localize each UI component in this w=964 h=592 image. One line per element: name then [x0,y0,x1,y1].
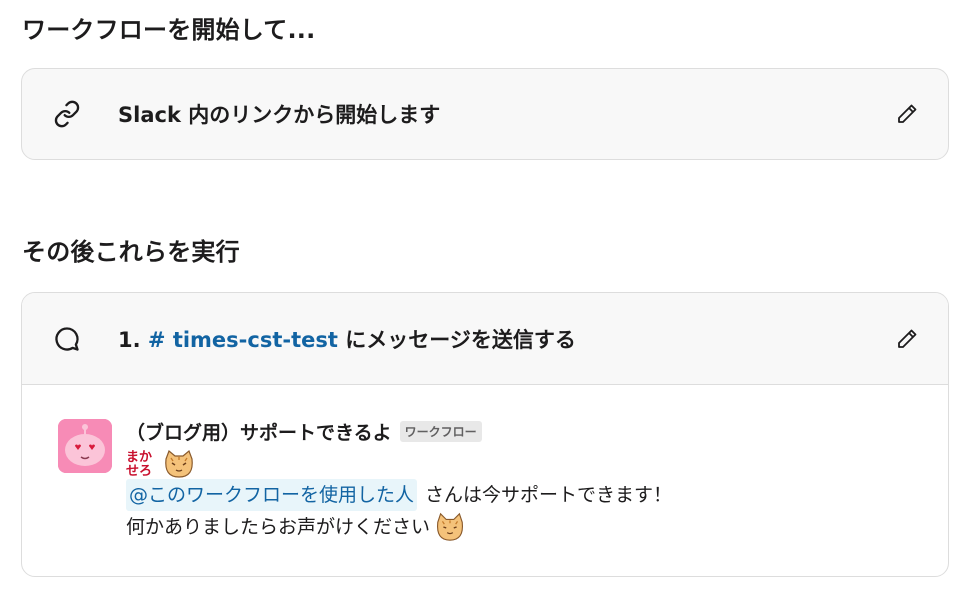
pencil-icon [898,329,917,348]
then-section-title: その後これらを実行 [22,238,240,266]
message-line-2-text: 何かありましたらお声がけください [126,516,431,538]
trigger-label: Slack 内のリンクから開始します [118,103,441,127]
cat-emoji-icon [436,512,464,541]
trigger-card[interactable]: Slack 内のリンクから開始します [21,68,949,160]
step-card: 1. # times-cst-test にメッセージを送信する （ブログ用）サポ… [21,292,949,577]
edit-trigger-button[interactable] [892,99,922,129]
message-icon [52,324,82,354]
step-header[interactable]: 1. # times-cst-test にメッセージを送信する [22,293,948,385]
step-action: にメッセージを送信する [345,327,576,352]
channel-link[interactable]: # times-cst-test [148,328,338,352]
start-section-title: ワークフローを開始して... [22,16,316,44]
message-line-2: 何かありましたらお声がけください [126,511,866,543]
cat-emoji-icon [165,449,193,478]
sticker-text-1: まか [126,450,153,465]
avatar [58,419,112,473]
message-line-1-text: さんは今サポートできます！ [425,484,673,506]
message-line-1: @このワークフローを使用した人 さんは今サポートできます！ [126,479,866,511]
edit-step-button[interactable] [892,324,922,354]
sticker-text-2: せろ [126,464,153,479]
step-label: 1. # times-cst-test にメッセージを送信する [118,324,576,354]
workflow-badge: ワークフロー [399,420,482,442]
sticker-emoji: まか せろ [126,445,866,479]
sender-name[interactable]: （ブログ用）サポートできるよ [126,418,392,445]
pencil-icon [898,104,917,123]
user-mention[interactable]: @このワークフローを使用した人 [126,479,418,511]
step-number: 1. [118,327,141,352]
link-icon [52,99,82,129]
